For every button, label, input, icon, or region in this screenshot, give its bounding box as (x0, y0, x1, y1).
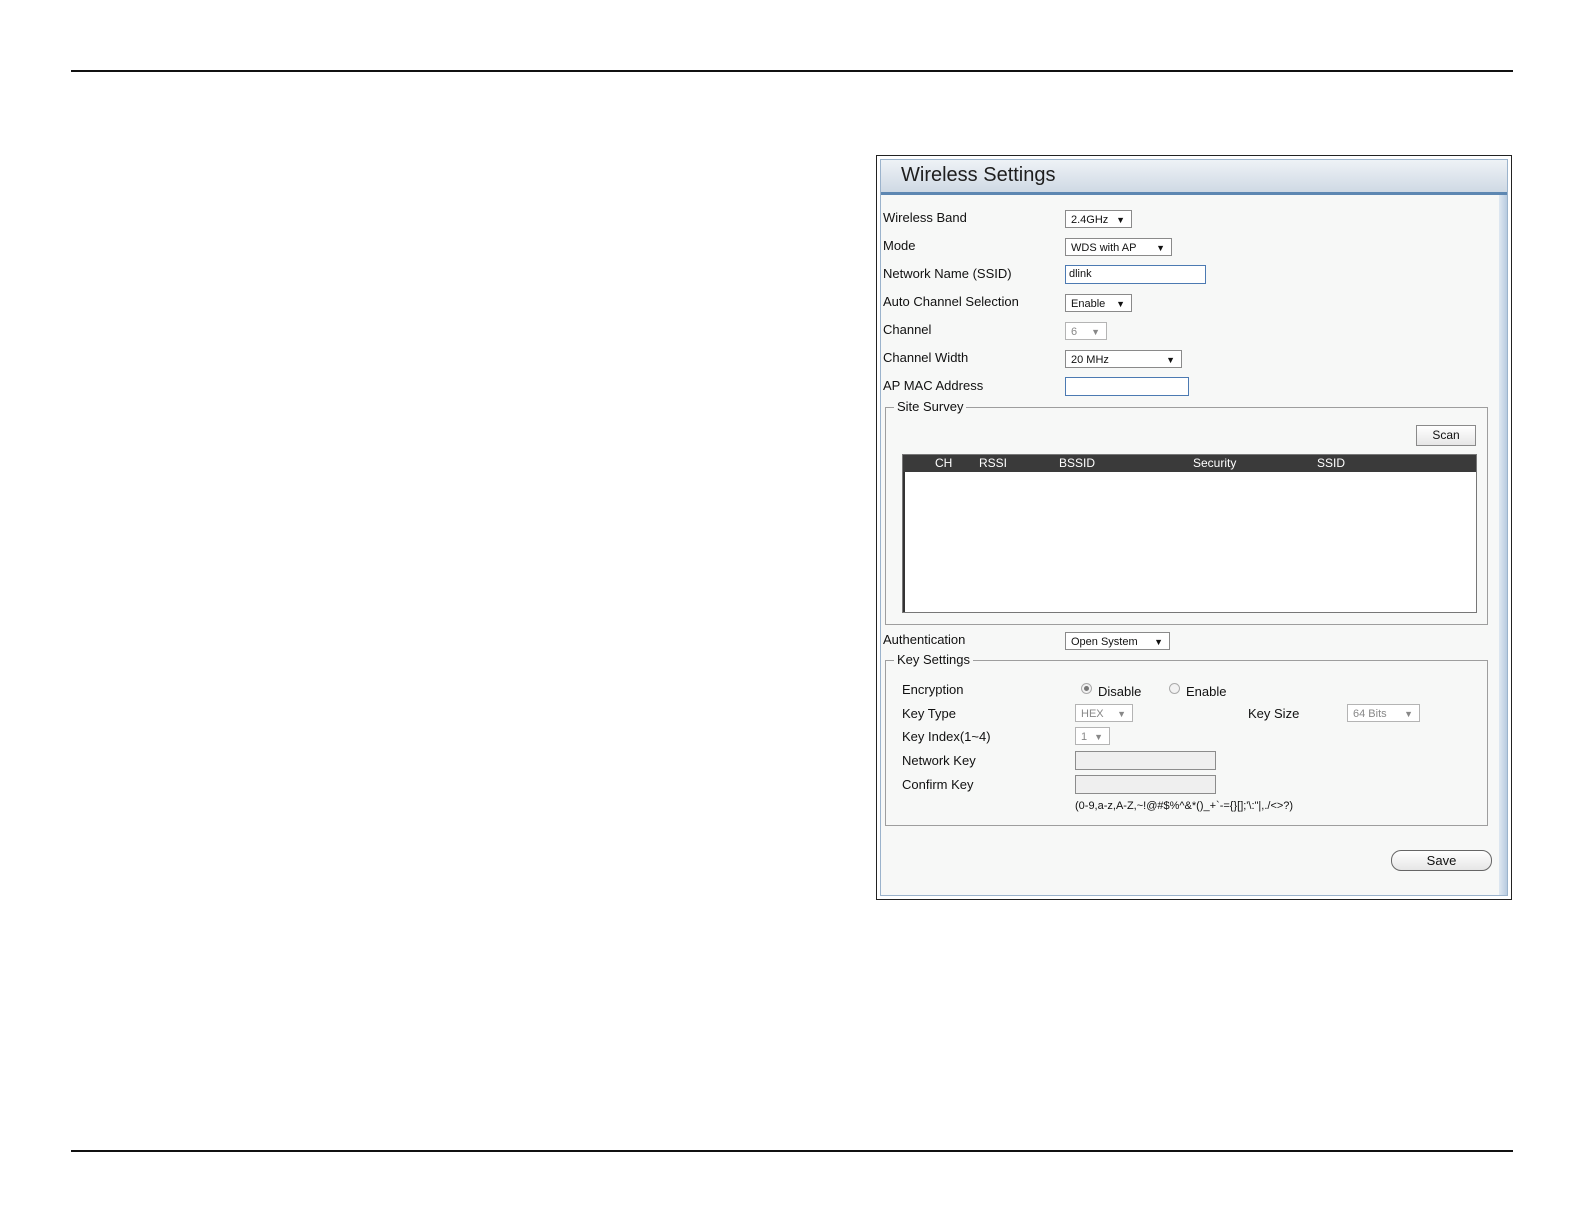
ssid-label: Network Name (SSID) (883, 266, 1012, 281)
encryption-disable-label: Disable (1098, 684, 1142, 699)
wireless-band-label: Wireless Band (883, 210, 967, 225)
col-ssid: SSID (1317, 456, 1346, 470)
mode-value: WDS with AP (1071, 242, 1137, 254)
encryption-enable-radio[interactable] (1169, 683, 1180, 694)
confirm-key-input[interactable] (1075, 775, 1216, 794)
authentication-value: Open System (1071, 636, 1138, 648)
wireless-band-value: 2.4GHz (1071, 214, 1109, 226)
encryption-label: Encryption (902, 682, 964, 697)
key-index-value: 1 (1081, 731, 1088, 743)
col-rssi: RSSI (979, 456, 1008, 470)
site-survey-table: CH RSSI BSSID Security SSID (902, 454, 1477, 613)
ssid-input[interactable]: dlink (1065, 265, 1206, 284)
site-survey-group: Site Survey Scan CH RSSI BSSID Security … (885, 399, 1488, 625)
authentication-label: Authentication (883, 632, 966, 647)
chevron-down-icon: ▼ (1094, 732, 1103, 742)
bottom-rule (71, 1150, 1513, 1152)
site-survey-legend: Site Survey (894, 399, 967, 414)
panel-titlebar: Wireless Settings (881, 160, 1507, 195)
chevron-down-icon: ▼ (1116, 299, 1125, 309)
key-type-select[interactable]: HEX ▼ (1075, 704, 1133, 722)
chevron-down-icon: ▼ (1404, 709, 1413, 719)
key-settings-legend: Key Settings (894, 652, 973, 667)
chevron-down-icon: ▼ (1166, 355, 1175, 365)
auto-channel-select[interactable]: Enable ▼ (1065, 294, 1132, 312)
authentication-select[interactable]: Open System ▼ (1065, 632, 1170, 650)
ap-mac-label: AP MAC Address (883, 378, 984, 393)
chevron-down-icon: ▼ (1091, 327, 1100, 337)
panel-title: Wireless Settings (901, 164, 1056, 186)
col-security: Security (1193, 456, 1237, 470)
chevron-down-icon: ▼ (1156, 243, 1165, 253)
panel-right-edge (1499, 195, 1507, 895)
network-key-label: Network Key (902, 753, 976, 768)
network-key-input[interactable] (1075, 751, 1216, 770)
panel-body: Wireless Settings Wireless Band 2.4GHz ▼… (880, 159, 1508, 896)
col-bssid: BSSID (1059, 456, 1096, 470)
channel-width-value: 20 MHz (1071, 354, 1109, 366)
encryption-enable-label: Enable (1186, 684, 1227, 699)
key-size-value: 64 Bits (1353, 708, 1387, 720)
auto-channel-value: Enable (1071, 298, 1106, 310)
key-type-value: HEX (1081, 708, 1104, 720)
chevron-down-icon: ▼ (1116, 215, 1125, 225)
wireless-band-select[interactable]: 2.4GHz ▼ (1065, 210, 1132, 228)
wireless-settings-panel: Wireless Settings Wireless Band 2.4GHz ▼… (876, 155, 1512, 900)
channel-label: Channel (883, 322, 932, 337)
key-index-label: Key Index(1~4) (902, 729, 991, 744)
key-size-select[interactable]: 64 Bits ▼ (1347, 704, 1420, 722)
channel-select[interactable]: 6 ▼ (1065, 322, 1107, 340)
key-character-hint: (0-9,a-z,A-Z,~!@#$%^&*()_+`-={}[];'\:"|,… (1075, 800, 1294, 812)
site-survey-left-border (903, 472, 905, 612)
key-size-label: Key Size (1248, 706, 1300, 721)
col-ch: CH (935, 456, 953, 470)
encryption-disable-radio[interactable] (1081, 683, 1092, 694)
chevron-down-icon: ▼ (1117, 709, 1126, 719)
mode-label: Mode (883, 238, 916, 253)
top-rule (71, 70, 1513, 72)
key-index-select[interactable]: 1 ▼ (1075, 727, 1110, 745)
channel-width-select[interactable]: 20 MHz ▼ (1065, 350, 1182, 368)
scan-button[interactable]: Scan (1416, 425, 1476, 446)
confirm-key-label: Confirm Key (902, 777, 974, 792)
site-survey-header: CH RSSI BSSID Security SSID (903, 455, 1476, 472)
key-type-label: Key Type (902, 706, 956, 721)
auto-channel-label: Auto Channel Selection (883, 294, 1019, 309)
save-button[interactable]: Save (1391, 850, 1492, 871)
channel-value: 6 (1071, 326, 1078, 338)
chevron-down-icon: ▼ (1154, 637, 1163, 647)
channel-width-label: Channel Width (883, 350, 969, 365)
ap-mac-input[interactable] (1065, 377, 1189, 396)
mode-select[interactable]: WDS with AP ▼ (1065, 238, 1172, 256)
key-settings-group: Key Settings Encryption Disable Enable K… (885, 652, 1488, 826)
